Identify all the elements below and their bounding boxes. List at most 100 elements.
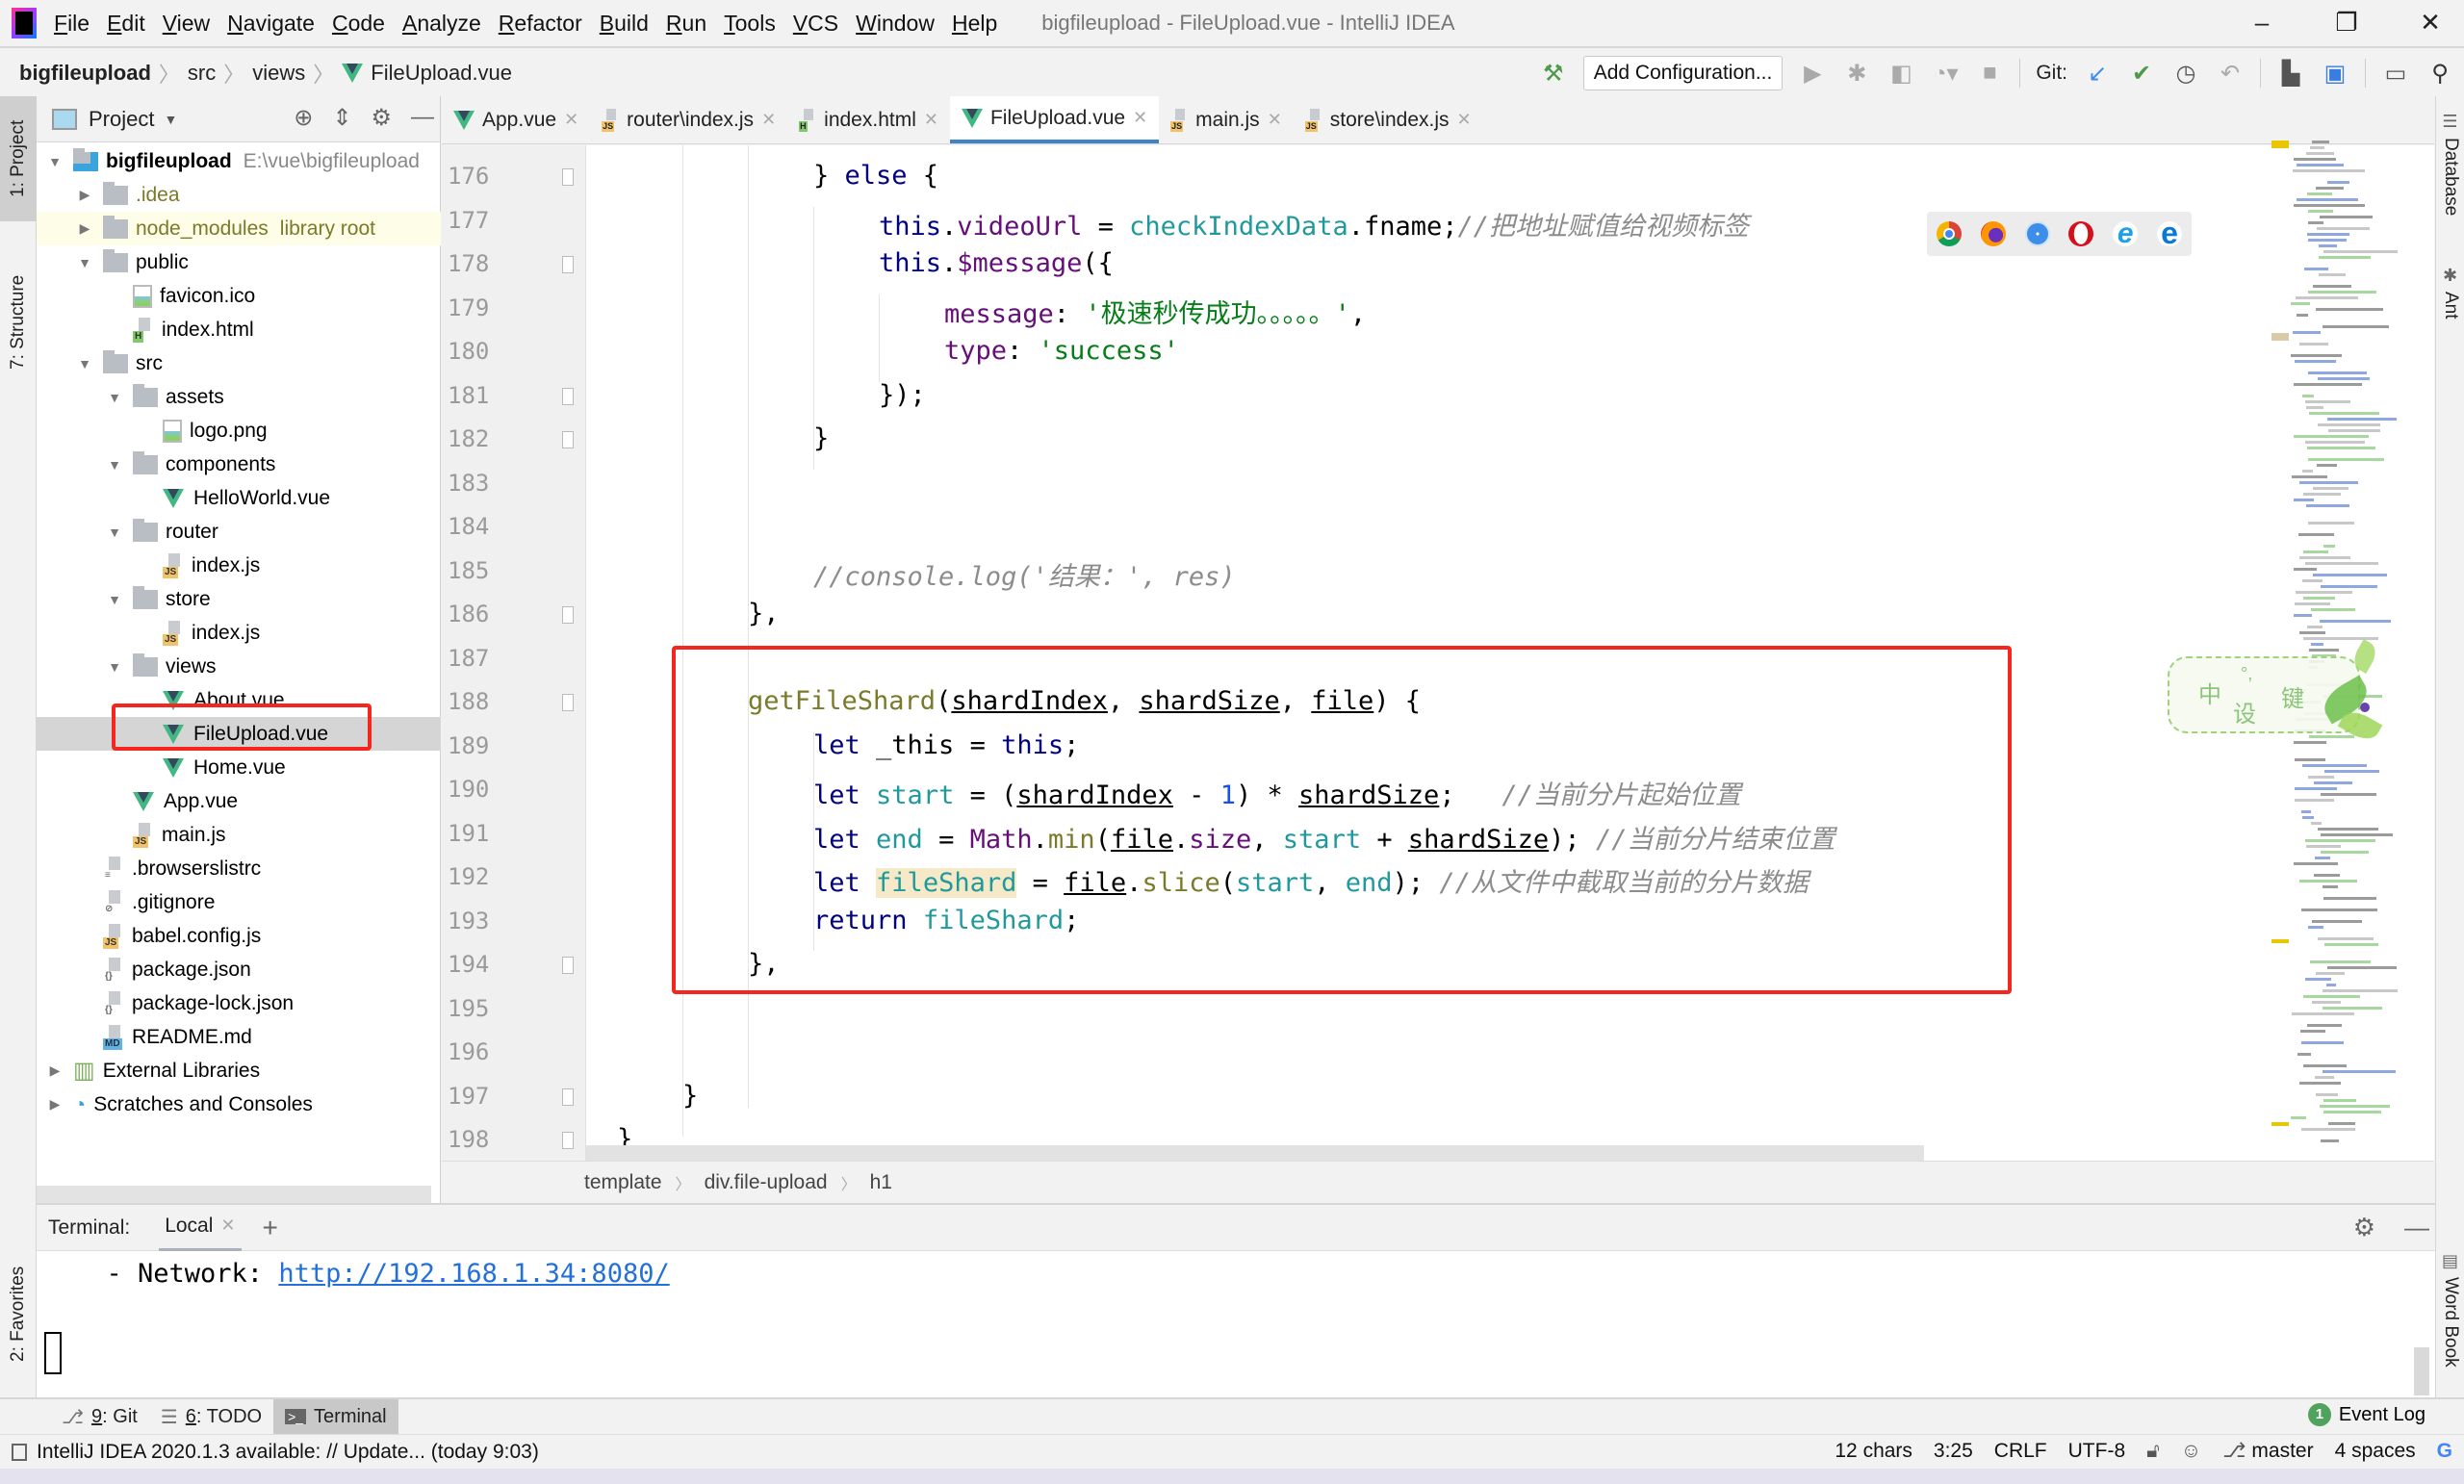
tree-item[interactable]: {} package.json [37,953,441,986]
edge-icon[interactable]: e [2157,217,2183,248]
code-line[interactable]: //console.log('结果：', res) [813,555,1236,593]
code-line[interactable]: this.$message({ [879,248,1114,278]
translate-icon[interactable]: ▣ [2321,60,2349,88]
tree-item[interactable]: ▶ .idea [37,178,441,212]
tool-tab-favorites[interactable]: 2: Favorites [0,1241,37,1386]
breadcrumb-src[interactable]: src [188,61,216,86]
menu-file[interactable]: File [54,11,90,37]
file-encoding[interactable]: UTF-8 [2068,1440,2126,1463]
tool-tab-ant[interactable]: ✱ Ant [2436,266,2464,320]
error-stripe-marker[interactable] [2272,333,2289,341]
menu-code[interactable]: Code [332,11,385,37]
tree-item[interactable]: JS index.js [37,616,441,650]
expand-arrow-icon[interactable]: ▼ [74,356,95,371]
build-hammer-icon[interactable]: ⚒ [1539,60,1568,88]
tree-item[interactable]: ▼ src [37,346,441,380]
menu-view[interactable]: View [163,11,210,37]
menu-navigate[interactable]: Navigate [227,11,315,37]
tree-item[interactable]: ▼ components [37,448,441,481]
tree-item[interactable]: Home.vue [37,751,441,784]
safari-icon[interactable] [2024,221,2050,246]
menu-tools[interactable]: Tools [724,11,776,37]
editor-tab[interactable]: FileUpload.vue ✕ [949,96,1160,143]
tree-item[interactable]: ▼ assets [37,380,441,414]
git-update-icon[interactable]: ↙ [2083,60,2112,88]
code-line[interactable]: let _this = this; [813,730,1079,760]
error-stripe-marker[interactable] [2272,939,2289,943]
run-icon[interactable]: ▶ [1798,60,1827,88]
expand-arrow-icon[interactable]: ▼ [104,659,125,675]
menu-help[interactable]: Help [952,11,997,37]
breadcrumb-h1[interactable]: h1 [870,1171,892,1194]
tool-tab-word-book[interactable]: ▤ Word Book [2436,1251,2464,1368]
hide-panel-icon[interactable]: — [2404,1213,2429,1242]
close-tab-icon[interactable]: ✕ [924,110,938,130]
fold-marker-icon[interactable] [562,256,574,273]
locate-file-icon[interactable]: ⊕ [294,104,313,132]
code-line[interactable]: getFileShard(shardIndex, shardSize, file… [748,686,1421,716]
error-stripe-marker[interactable] [2272,141,2289,148]
expand-arrow-icon[interactable]: ▼ [104,592,125,607]
fold-marker-icon[interactable] [562,694,574,711]
caret-position[interactable]: 3:25 [1934,1440,1973,1463]
expand-arrow-icon[interactable]: ▼ [104,525,125,540]
code-line[interactable]: return fileShard; [813,906,1079,935]
expand-arrow-icon[interactable]: ▼ [44,154,65,169]
tree-item[interactable]: FileUpload.vue [37,717,441,751]
fold-marker-icon[interactable] [562,1132,574,1149]
collapse-arrow-icon[interactable]: ▶ [44,1096,65,1113]
chrome-icon[interactable] [1936,221,1962,246]
collapse-arrow-icon[interactable]: ▶ [74,220,95,237]
collapse-arrow-icon[interactable]: ▶ [44,1062,65,1079]
menu-refactor[interactable]: Refactor [499,11,582,37]
close-window-button[interactable]: ✕ [2411,8,2450,38]
breadcrumb-template[interactable]: template [584,1171,662,1194]
code-line[interactable]: }); [879,380,926,410]
tree-item[interactable]: ▼ views [37,650,441,683]
restore-button[interactable]: ❐ [2327,8,2366,38]
opera-icon[interactable] [2068,221,2094,246]
terminal-network-link[interactable]: http://192.168.1.34:8080/ [278,1259,669,1289]
code-line[interactable]: message: '极速秒传成功。。。。。', [944,293,1366,330]
firefox-icon[interactable] [1980,221,2006,246]
toggle-tool-windows-icon[interactable] [12,1443,27,1461]
fold-marker-icon[interactable] [562,168,574,186]
fold-marker-icon[interactable] [562,431,574,448]
editor-tab[interactable]: App.vue ✕ [442,96,590,143]
code-line[interactable]: }, [748,599,780,628]
menu-run[interactable]: Run [666,11,706,37]
breadcrumb-project[interactable]: bigfileupload [19,61,151,86]
project-view-selector[interactable]: Project [89,107,154,132]
tree-item[interactable]: HelloWorld.vue [37,481,441,515]
gear-icon[interactable]: ⚙ [371,104,392,132]
fold-marker-icon[interactable] [562,1087,574,1106]
code-line[interactable]: let fileShard = file.slice(start, end); … [813,861,1809,899]
tool-tab-database[interactable]: ☰ Database [2436,112,2464,216]
menu-build[interactable]: Build [600,11,649,37]
event-log-button[interactable]: 1 Event Log [2307,1403,2426,1426]
fold-marker-icon[interactable] [562,387,574,405]
fold-marker-icon[interactable] [562,957,574,974]
tool-tab-terminal[interactable]: >_ Terminal [273,1399,398,1434]
fold-marker-icon[interactable] [562,606,574,624]
tree-item[interactable]: logo.png [37,414,441,448]
code-line[interactable]: } [682,1081,698,1111]
terminal-tab-local[interactable]: Local ✕ [159,1204,242,1252]
code-line[interactable]: }, [748,949,780,979]
menu-window[interactable]: Window [856,11,935,37]
code-editor[interactable]: 176 177 178 179 180 181 182 183 184 185 186 187 188 1… [442,145,2434,1161]
tool-tab-todo[interactable]: ☰ 6: TODO [149,1399,273,1434]
run-with-coverage-icon[interactable]: ◧ [1886,60,1915,88]
close-tab-icon[interactable]: ✕ [564,110,578,130]
editor-tab[interactable]: JS main.js ✕ [1159,96,1294,143]
tree-item[interactable]: MD README.md [37,1020,441,1054]
collapse-arrow-icon[interactable]: ▶ [74,187,95,203]
code-line[interactable]: let end = Math.min(file.size, start + sh… [813,818,1835,856]
close-tab-icon[interactable]: ✕ [1133,108,1147,128]
new-terminal-button[interactable]: + [263,1213,278,1243]
editor-tab[interactable]: Hindex.html ✕ [787,96,950,143]
tool-tab-structure[interactable]: 7: Structure [0,250,37,395]
code-line[interactable]: type: 'success' [944,336,1179,366]
code-line[interactable]: } else { [813,161,938,191]
inspector-hat-icon[interactable]: ☺ [2181,1440,2201,1463]
